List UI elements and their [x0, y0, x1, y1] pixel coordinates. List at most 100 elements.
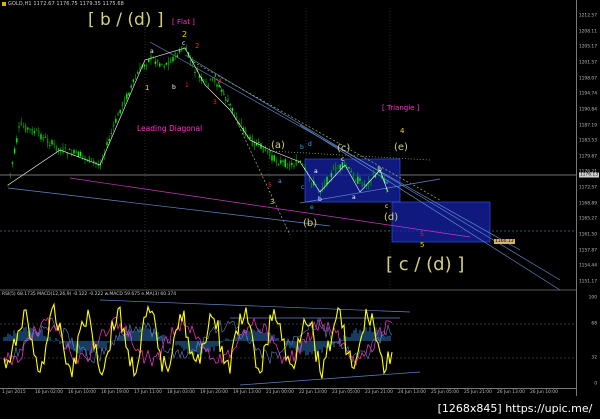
candle-body [372, 172, 374, 176]
macd-histogram-bar [263, 332, 265, 341]
candle-body [236, 116, 238, 119]
candle-body [273, 155, 275, 161]
macd-histogram-bar [227, 338, 229, 341]
wave-sub-d-blue: d [308, 141, 312, 148]
macd-histogram-bar [355, 328, 357, 341]
candle-body [93, 160, 95, 162]
trendline-upper [149, 41, 521, 251]
indicator-trend-lower [239, 371, 421, 386]
macd-histogram-bar [341, 339, 343, 341]
wave-sub-b-blue: b [300, 144, 304, 151]
candle-body [49, 145, 51, 147]
indicator-tick: 100 [588, 295, 597, 301]
macd-histogram-bar [5, 336, 7, 341]
wave-sub-a-white-3: a [352, 194, 356, 201]
candle-body [326, 176, 328, 185]
candle-body [271, 155, 273, 161]
macd-histogram-bar [133, 330, 135, 341]
candle-body [159, 63, 161, 67]
wave-label-b-paren: (b) [303, 218, 318, 229]
indicator-tick: 32 [591, 355, 597, 361]
time-tick: 19 Jun 20:00 [200, 390, 228, 395]
candle-body [352, 173, 355, 180]
candle-body [33, 131, 36, 134]
macd-histogram-bar [379, 330, 381, 341]
candle-body [354, 179, 357, 182]
candle-body [165, 62, 168, 65]
candle-body [75, 150, 77, 153]
candle-body [18, 126, 20, 128]
candle-body [189, 59, 192, 62]
time-tick: 21 Jun 00:00 [266, 390, 294, 395]
wave-sub-b-white: b [172, 84, 176, 91]
price-tick: 1179.87 [578, 154, 597, 160]
candle-body [220, 90, 223, 92]
price-tick: 1151.17 [578, 279, 597, 285]
macd-histogram-bar [275, 337, 277, 341]
time-tick: 23 Jun 21:00 [365, 390, 393, 395]
candle-body [266, 150, 269, 153]
trendline-lower [7, 187, 331, 227]
macd-histogram-bar [199, 341, 201, 356]
candle-body [269, 151, 271, 156]
macd-histogram-bar [183, 341, 185, 351]
macd-histogram-bar [147, 328, 149, 341]
candle-body [214, 78, 216, 83]
candle-body [233, 112, 236, 114]
candle-body [262, 147, 264, 153]
macd-histogram-bar [193, 341, 195, 356]
candle-body [350, 171, 352, 173]
time-tick: 16 Jun 10:00 [68, 390, 96, 395]
macd-histogram-bar [351, 333, 353, 341]
candle-body [42, 136, 44, 141]
candle-body [24, 125, 27, 132]
macd-histogram-bar [293, 341, 295, 349]
candle-body [337, 168, 339, 170]
macd-histogram-bar [55, 338, 57, 341]
candle-body [211, 78, 214, 80]
wave-label-b-d: [ b / (d) ] [88, 10, 164, 30]
wave-label-leading-diagonal: Leading Diagonal [137, 124, 203, 133]
macd-histogram-bar [135, 330, 137, 341]
candle-body [264, 148, 267, 151]
candle-body [297, 162, 300, 163]
time-tick: 16 Jun 02:00 [35, 390, 63, 395]
chart-window[interactable]: GOLD,H1 1172.67 1176.75 1179.35 1175.68 [0, 0, 600, 419]
candle-body [117, 113, 119, 116]
wave-sub-c-white: c [182, 40, 186, 47]
wave-num-1-red: 1 [185, 82, 189, 89]
time-tick: 25 Jun 05:00 [431, 390, 459, 395]
wave-label-d-paren: (d) [384, 212, 399, 223]
candle-body [115, 118, 117, 123]
current-price-tag: 1176.13 [578, 172, 599, 178]
macd-histogram-bar [249, 331, 251, 341]
price-tick: 1187.19 [578, 123, 597, 129]
macd-histogram-bar [225, 338, 227, 341]
time-tick: 23 Jun 05:00 [332, 390, 360, 395]
candle-body [361, 182, 363, 187]
price-tick: 1194.74 [578, 91, 597, 97]
time-tick: 1 Jun 2015 [2, 390, 26, 395]
time-axis[interactable]: 1 Jun 2015 16 Jun 02:00 16 Jun 10:00 16 Jun… [0, 388, 577, 397]
wave-sub-a-white-2: a [314, 168, 318, 175]
price-chart[interactable] [0, 0, 577, 396]
candle-body [90, 158, 93, 160]
price-tick: 1201.57 [578, 60, 597, 66]
macd-histogram-bar [265, 332, 267, 341]
wave-label-e-paren: (e) [394, 142, 408, 153]
macd-histogram-bar [223, 340, 225, 341]
macd-histogram-bar [369, 326, 371, 341]
macd-histogram-bar [211, 341, 213, 348]
price-tick: 1172.57 [578, 185, 597, 191]
price-axis[interactable]: 1212.57 1208.11 1205.17 1201.57 1198.07 1194.… [576, 0, 600, 396]
macd-histogram-bar [181, 341, 183, 348]
macd-histogram-bar [25, 326, 27, 341]
macd-histogram-bar [209, 341, 211, 352]
time-tick: 24 Jun 13:00 [398, 390, 426, 395]
macd-histogram-bar [311, 341, 313, 355]
candle-body [51, 140, 53, 145]
candle-body [55, 145, 58, 151]
candle-body [249, 136, 251, 140]
wave-num-2-red: 2 [195, 42, 200, 50]
candle-body [225, 99, 227, 101]
